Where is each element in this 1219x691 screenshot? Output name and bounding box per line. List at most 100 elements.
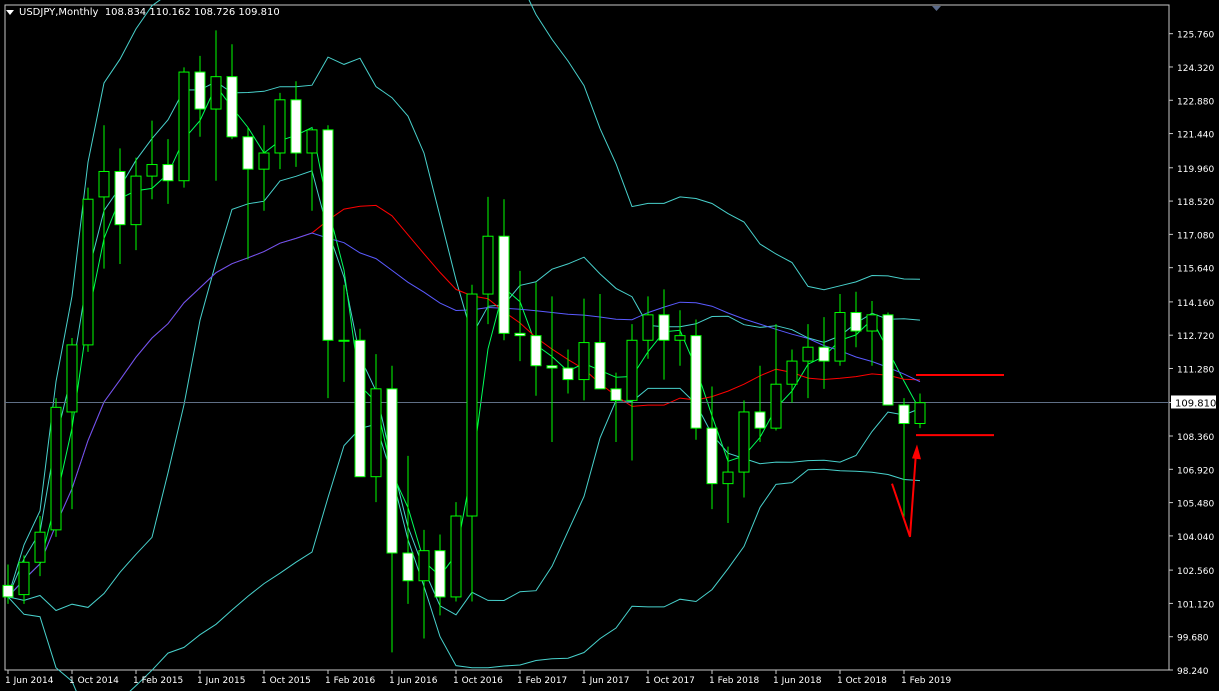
symbol-timeframe-label: USDJPY,Monthly <box>19 7 99 18</box>
candle-body <box>690 335 702 429</box>
candle-body <box>738 411 750 473</box>
candle <box>98 125 110 269</box>
candle-body <box>802 346 814 362</box>
candle <box>610 372 622 443</box>
x-tick-label: 1 Feb 2017 <box>517 676 567 686</box>
y-tick-label: 112.720 <box>1177 332 1214 342</box>
y-tick-label: 111.280 <box>1177 365 1214 375</box>
x-tick-label: 1 Oct 2014 <box>69 676 119 686</box>
candle <box>402 455 414 604</box>
inner-lower-band <box>7 170 921 616</box>
inner-upper-band <box>7 56 921 598</box>
candle-body <box>466 293 478 517</box>
candle-body <box>402 552 414 582</box>
candle-body <box>498 235 510 334</box>
candle <box>434 534 446 616</box>
candle <box>418 529 430 639</box>
x-tick-label: 1 Feb 2016 <box>325 676 376 686</box>
x-tick-label: 1 Jun 2016 <box>389 676 438 686</box>
candle <box>674 310 686 366</box>
candle <box>290 81 302 167</box>
y-tick-label: 101.120 <box>1177 600 1214 610</box>
candle <box>210 30 222 181</box>
dropdown-triangle-icon[interactable] <box>6 9 14 15</box>
candle <box>482 196 494 325</box>
y-tick-label: 115.640 <box>1177 265 1214 275</box>
candle <box>306 129 318 211</box>
candle <box>802 324 814 399</box>
candle <box>18 555 30 604</box>
y-tick-label: 121.440 <box>1177 131 1214 141</box>
candle-body <box>530 335 542 367</box>
candle <box>66 337 78 510</box>
chart-window[interactable]: 125.760 124.320 122.880 121.440 119.960 118.5… <box>0 0 1219 691</box>
candle <box>146 120 158 200</box>
y-tick-label: 98.240 <box>1177 667 1209 677</box>
y-tick-label: 117.080 <box>1177 231 1214 241</box>
x-tick-label: 1 Oct 2017 <box>645 676 695 686</box>
candle-body <box>754 411 766 429</box>
candle <box>338 284 350 382</box>
candle <box>914 393 926 429</box>
candle-body <box>562 367 574 381</box>
candle-body <box>882 314 894 406</box>
candle <box>274 92 286 170</box>
candle-body <box>242 136 254 170</box>
candle-body <box>66 344 78 413</box>
x-tick-label: 1 Jun 2018 <box>773 676 822 686</box>
outer-upper-band <box>7 0 921 598</box>
candle <box>354 328 366 478</box>
candle <box>594 294 606 390</box>
x-tick-label: 1 Jun 2017 <box>581 676 629 686</box>
y-tick-label: 99.680 <box>1177 634 1209 644</box>
candle-body <box>50 406 62 531</box>
ohlc-readout: 108.834 110.162 108.726 109.810 <box>104 7 280 18</box>
candle-body <box>354 339 366 478</box>
candle <box>562 349 574 394</box>
candle-body <box>514 332 526 337</box>
x-tick-label: 1 Jun 2015 <box>197 676 245 686</box>
candle-body <box>450 515 462 598</box>
y-tick-label: 108.360 <box>1177 433 1214 443</box>
candle-body <box>610 388 622 401</box>
candle <box>114 148 126 264</box>
price-chart[interactable]: 125.760 124.320 122.880 121.440 119.960 118.5… <box>0 0 1219 691</box>
candle <box>450 502 462 602</box>
y-tick-label: 122.880 <box>1177 97 1214 107</box>
candle <box>866 300 878 366</box>
chart-header: USDJPY,Monthly 108.834 110.162 108.726 1… <box>6 7 280 18</box>
candle-body <box>210 76 222 110</box>
y-tick-label: 104.040 <box>1177 533 1214 543</box>
candle <box>162 139 174 204</box>
candle-body <box>2 584 14 598</box>
y-tick-label: 102.560 <box>1177 567 1214 577</box>
candle <box>690 319 702 440</box>
candle <box>82 187 94 352</box>
candle <box>898 398 910 519</box>
candle <box>658 289 670 380</box>
y-tick-label: 106.920 <box>1177 466 1214 476</box>
y-tick-label: 105.480 <box>1177 500 1214 510</box>
candle-body <box>274 99 286 154</box>
candle-body <box>98 170 110 198</box>
candle <box>834 294 846 366</box>
candle <box>50 398 62 537</box>
candle-body <box>130 175 142 226</box>
candle-body <box>434 550 446 598</box>
x-tick-label: 1 Jun 2014 <box>5 676 54 686</box>
candle-body <box>706 427 718 485</box>
candle-body <box>482 235 494 295</box>
candle <box>226 44 238 140</box>
candle-body <box>674 335 686 341</box>
candle-body <box>178 71 190 182</box>
candle-body <box>370 388 382 478</box>
candle <box>242 127 254 260</box>
candle <box>258 125 270 211</box>
y-tick-label: 114.160 <box>1177 299 1214 309</box>
candle <box>722 446 734 523</box>
x-tick-label: 1 Feb 2019 <box>901 676 952 686</box>
candle <box>370 354 382 503</box>
candle-body <box>194 71 206 110</box>
candle-body <box>418 550 430 582</box>
y-tick-label: 118.520 <box>1177 198 1214 208</box>
